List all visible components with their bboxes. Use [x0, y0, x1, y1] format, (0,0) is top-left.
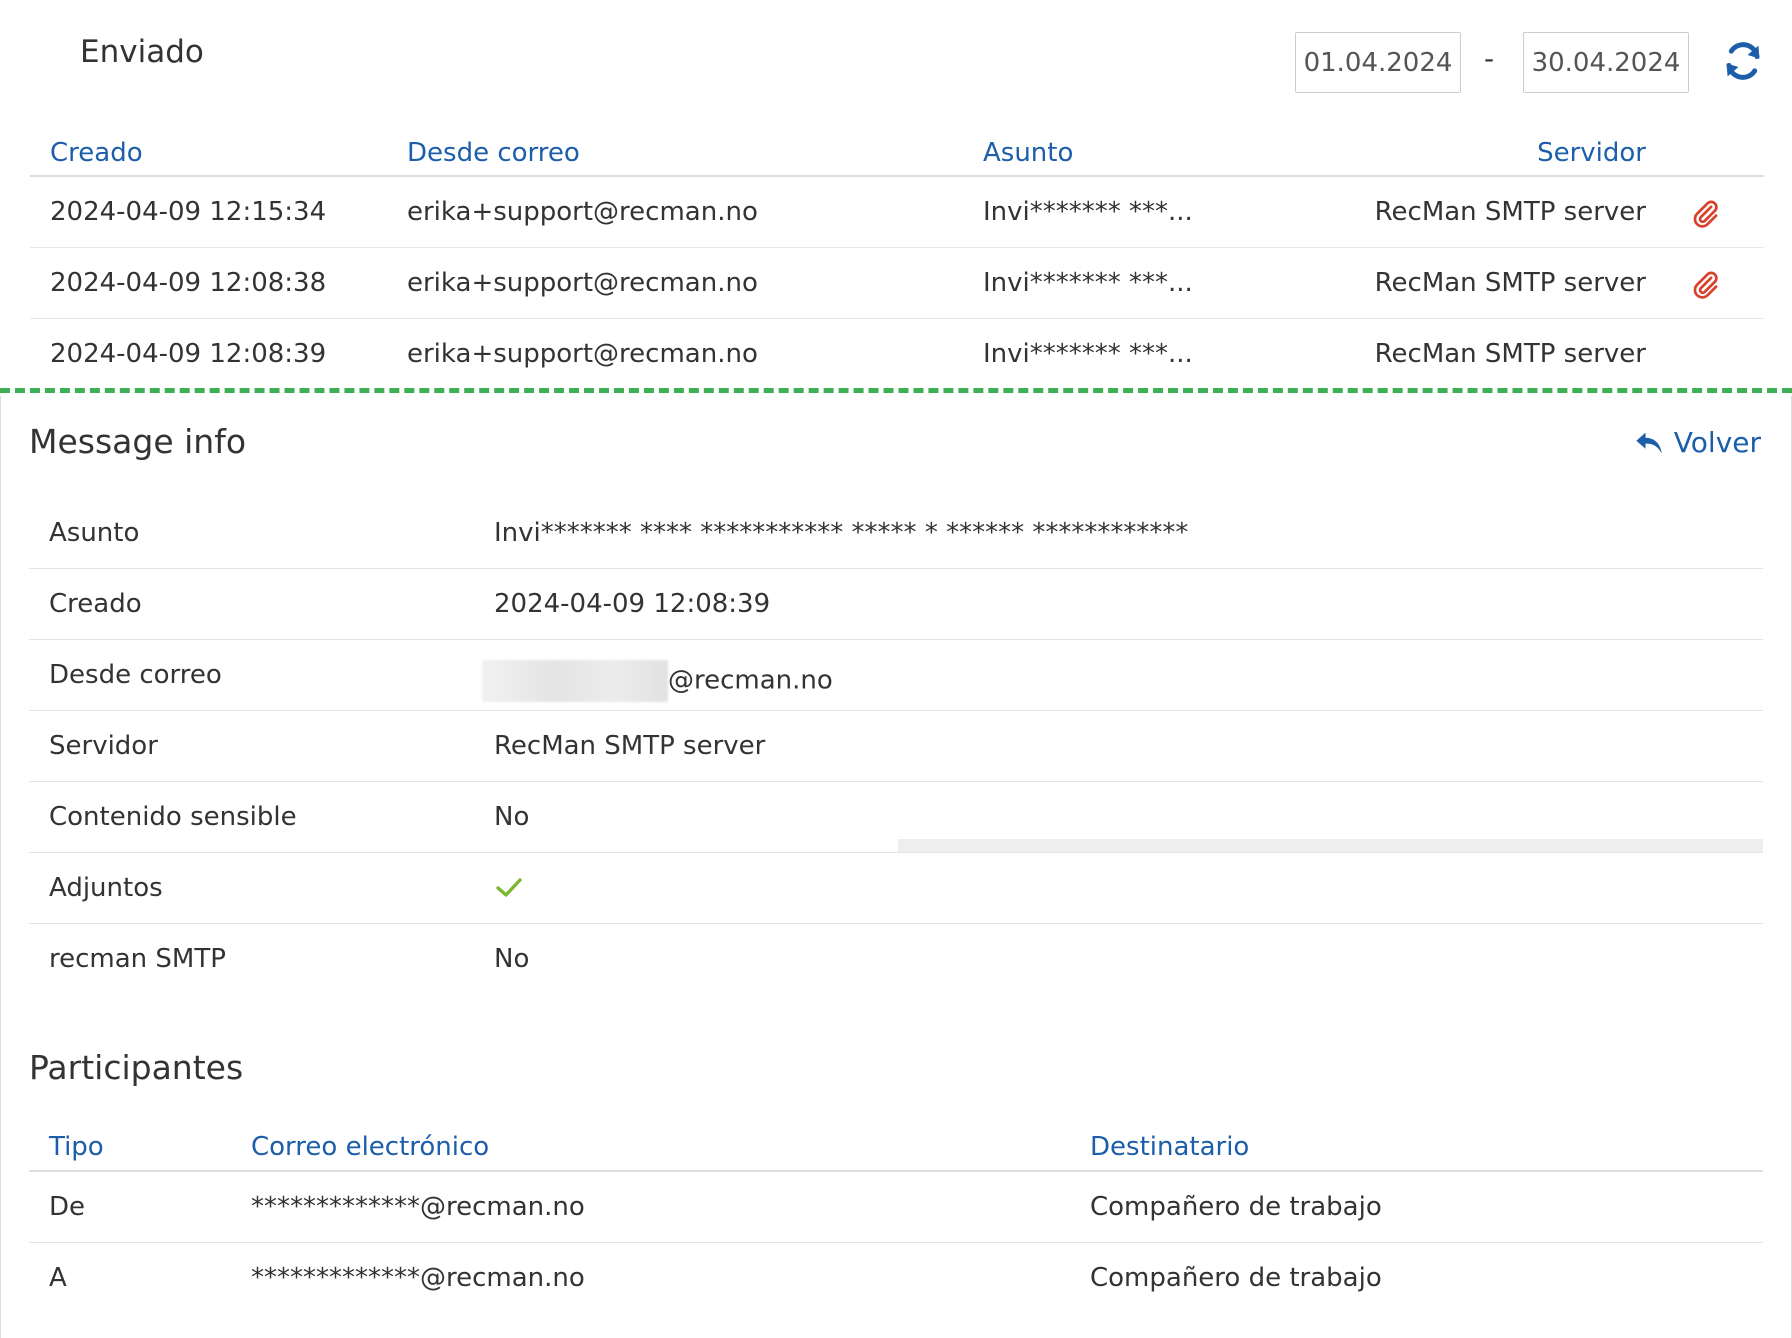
table-header: Tipo Correo electrónico Destinatario [29, 1124, 1763, 1172]
info-label: Desde correo [49, 660, 222, 690]
back-button-label: Volver [1673, 426, 1761, 459]
page-title: Enviado [80, 34, 204, 70]
table-row: A *************@recman.no Compañero de t… [29, 1243, 1763, 1314]
row-subject: Invi******* ***... [983, 339, 1193, 369]
sent-panel: Enviado 01.04.2024 - 30.04.2024 Creado D… [0, 0, 1792, 392]
participant-type: A [49, 1263, 67, 1293]
info-label: Creado [49, 589, 142, 619]
row-created: 2024-04-09 12:15:34 [50, 197, 327, 227]
date-separator: - [1484, 42, 1495, 75]
info-row-created: Creado 2024-04-09 12:08:39 [29, 569, 1763, 640]
row-from: erika+support@recman.no [407, 268, 758, 298]
info-value: 2024-04-09 12:08:39 [494, 589, 771, 619]
participants-table: Tipo Correo electrónico Destinatario De … [29, 1124, 1763, 1314]
message-info-table: Asunto Invi******* **** *********** ****… [29, 498, 1763, 995]
participant-type: De [49, 1192, 86, 1222]
row-created: 2024-04-09 12:08:39 [50, 339, 327, 369]
sent-messages-table: Creado Desde correo Asunto Servidor 2024… [30, 128, 1764, 390]
participant-recipient: Compañero de trabajo [1090, 1263, 1382, 1293]
column-header-created[interactable]: Creado [50, 138, 143, 168]
date-from-input[interactable]: 01.04.2024 [1295, 32, 1461, 93]
row-subject: Invi******* ***... [983, 268, 1193, 298]
info-label: Contenido sensible [49, 802, 297, 832]
back-button[interactable]: Volver [1634, 426, 1761, 459]
scrollbar-track[interactable] [898, 839, 1763, 852]
blurred-email-local-part [482, 660, 668, 702]
paperclip-icon[interactable] [1690, 268, 1720, 300]
participant-recipient: Compañero de trabajo [1090, 1192, 1382, 1222]
info-label: Asunto [49, 518, 140, 548]
reply-arrow-icon [1636, 432, 1662, 453]
info-value-from: @recman.no [482, 660, 833, 702]
column-header-email[interactable]: Correo electrónico [251, 1132, 489, 1162]
row-server: RecMan SMTP server [1374, 268, 1646, 298]
participants-title: Participantes [29, 1048, 244, 1087]
info-value: RecMan SMTP server [494, 731, 766, 761]
info-row-from: Desde correo @recman.no [29, 640, 1763, 711]
table-row: De *************@recman.no Compañero de … [29, 1172, 1763, 1243]
row-server: RecMan SMTP server [1374, 197, 1646, 227]
email-domain: @recman.no [668, 665, 833, 696]
row-from: erika+support@recman.no [407, 339, 758, 369]
info-row-subject: Asunto Invi******* **** *********** ****… [29, 498, 1763, 569]
paperclip-icon[interactable] [1690, 197, 1720, 229]
column-header-from[interactable]: Desde correo [407, 138, 580, 168]
info-label: Servidor [49, 731, 158, 761]
participant-email: *************@recman.no [251, 1192, 585, 1222]
date-to-input[interactable]: 30.04.2024 [1523, 32, 1689, 93]
info-row-sensitive: Contenido sensible No [29, 782, 1763, 853]
column-header-server[interactable]: Servidor [1537, 138, 1646, 168]
info-label: Adjuntos [49, 873, 163, 903]
info-label: recman SMTP [49, 944, 226, 974]
message-info-panel: Message info Volver Asunto Invi******* *… [0, 396, 1792, 1338]
column-header-subject[interactable]: Asunto [983, 138, 1073, 168]
table-row[interactable]: 2024-04-09 12:08:39 erika+support@recman… [30, 319, 1764, 390]
info-row-attachments: Adjuntos [29, 853, 1763, 924]
row-server: RecMan SMTP server [1374, 339, 1646, 369]
info-value: No [494, 802, 530, 832]
info-value: No [494, 944, 530, 974]
table-header: Creado Desde correo Asunto Servidor [30, 128, 1764, 177]
participant-email: *************@recman.no [251, 1263, 585, 1293]
check-icon [496, 878, 522, 897]
info-value: Invi******* **** *********** ***** * ***… [494, 518, 1189, 548]
row-from: erika+support@recman.no [407, 197, 758, 227]
column-header-recipient[interactable]: Destinatario [1090, 1132, 1249, 1162]
column-header-type[interactable]: Tipo [49, 1132, 104, 1162]
info-row-recman-smtp: recman SMTP No [29, 924, 1763, 995]
table-row[interactable]: 2024-04-09 12:15:34 erika+support@recman… [30, 177, 1764, 248]
row-subject: Invi******* ***... [983, 197, 1193, 227]
message-info-title: Message info [29, 422, 247, 461]
selection-divider [0, 388, 1792, 393]
table-row[interactable]: 2024-04-09 12:08:38 erika+support@recman… [30, 248, 1764, 319]
row-created: 2024-04-09 12:08:38 [50, 268, 327, 298]
info-row-server: Servidor RecMan SMTP server [29, 711, 1763, 782]
refresh-icon[interactable] [1722, 40, 1764, 82]
